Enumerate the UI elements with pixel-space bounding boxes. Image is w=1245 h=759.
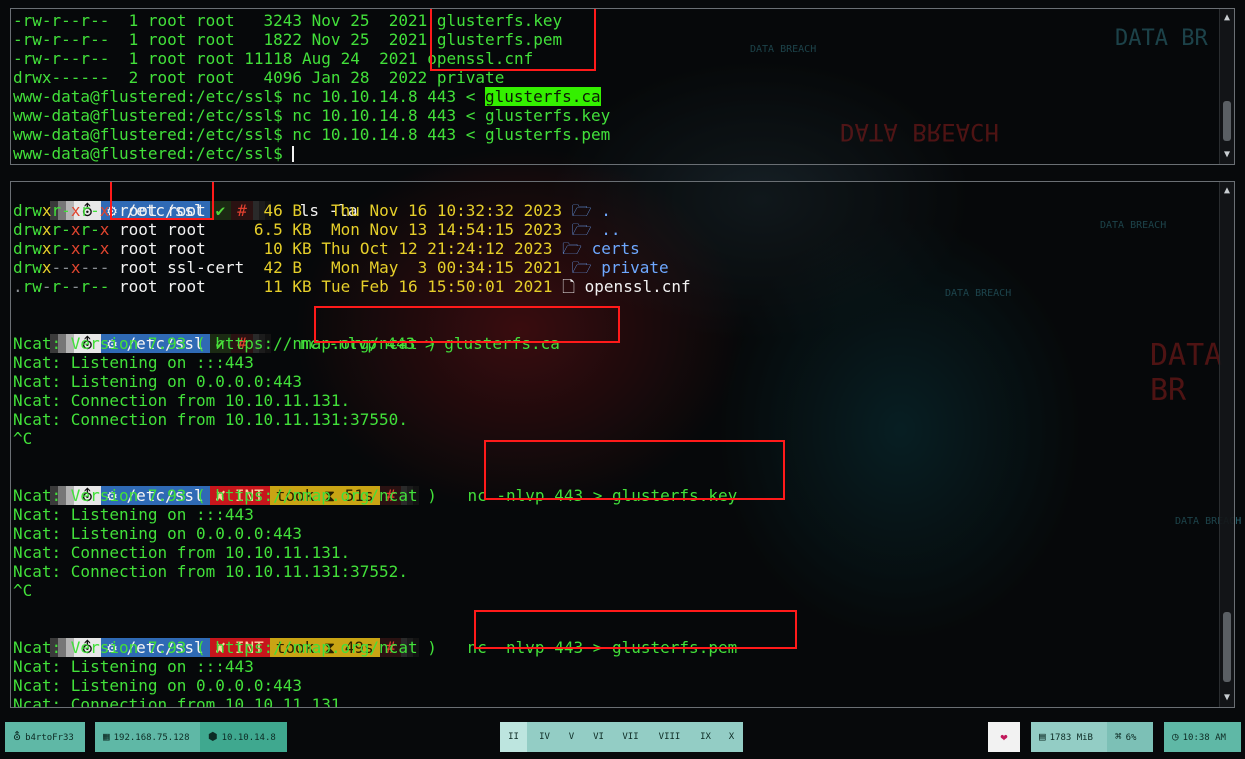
- annotation-box: [484, 440, 785, 500]
- output-line: Ncat: Connection from 10.10.11.131.: [13, 391, 351, 410]
- output-line: Ncat: Listening on :::443: [13, 353, 254, 372]
- clock-chip[interactable]: ◷ 10:38 AM: [1164, 722, 1241, 752]
- output-line: Ncat: Listening on 0.0.0.0:443: [13, 372, 302, 391]
- output-line: Ncat: Listening on :::443: [13, 657, 254, 676]
- output-line: Ncat: Connection from 10.10.11.131: [13, 695, 341, 708]
- ls-row: drwxr-xr-x root root 6.5 KB Mon Nov 13 1…: [13, 220, 621, 239]
- workspace-item[interactable]: II: [500, 722, 527, 752]
- memory-chip: ▤ 1783 MiB: [1031, 722, 1107, 752]
- top-scrollbar[interactable]: ▲ ▼: [1219, 9, 1234, 164]
- annotation-box: [430, 9, 596, 71]
- command-line: www-data@flustered:/etc/ssl$ nc 10.10.14…: [13, 125, 611, 144]
- bottom-terminal-pane[interactable]: ⛢ ⚙ /etc/ssl ✔ # ls -la drwxr-xr-x root roo…: [10, 181, 1235, 708]
- output-line: Ncat: Listening on :::443: [13, 505, 254, 524]
- ls-row: drwx--x--- root ssl-cert 42 B Mon May 3 …: [13, 258, 669, 277]
- active-prompt[interactable]: www-data@flustered:/etc/ssl$: [13, 144, 295, 163]
- workspace-item[interactable]: IX: [692, 722, 719, 752]
- ls-row: .rw-r--r-- root root 11 KB Tue Feb 16 15…: [13, 277, 691, 296]
- ls-row: drwxr-xr-x root root 10 KB Thu Oct 12 21…: [13, 239, 640, 258]
- user-chip[interactable]: ⛢ b4rtoFr33: [5, 722, 85, 752]
- workspace-item[interactable]: V: [558, 722, 585, 752]
- clock-icon: ◷: [1172, 730, 1179, 743]
- scroll-down-icon[interactable]: ▼: [1220, 691, 1234, 705]
- annotation-box: [110, 182, 214, 220]
- scroll-down-icon[interactable]: ▼: [1220, 148, 1234, 162]
- workspace-item[interactable]: VIII: [656, 722, 683, 752]
- output-line: Ncat: Version 7.93 ( https://nmap.org/nc…: [13, 486, 437, 505]
- ls-row: drwxr-xr-x root root 46 B Thu Nov 16 10:…: [13, 201, 611, 220]
- scroll-thumb[interactable]: [1223, 101, 1231, 141]
- cpu-chip: ⌘ 6%: [1107, 722, 1153, 752]
- network-icon: ▦: [103, 730, 110, 743]
- output-line: Ncat: Listening on 0.0.0.0:443: [13, 524, 302, 543]
- command-line: www-data@flustered:/etc/ssl$ nc 10.10.14…: [13, 106, 611, 125]
- scroll-up-icon[interactable]: ▲: [1220, 11, 1234, 25]
- workspace-item[interactable]: X: [718, 722, 745, 752]
- workspace-item[interactable]: VII: [617, 722, 644, 752]
- output-line: Ncat: Listening on 0.0.0.0:443: [13, 676, 302, 695]
- scroll-up-icon[interactable]: ▲: [1220, 184, 1234, 198]
- bottom-scrollbar[interactable]: ▲ ▼: [1219, 182, 1234, 707]
- text-cursor: [292, 146, 295, 162]
- annotation-box: [474, 610, 797, 649]
- local-ip-chip[interactable]: ▦ 192.168.75.128: [95, 722, 200, 752]
- workspace-switcher[interactable]: II IV V VI VII VIII IX X: [500, 722, 743, 752]
- scroll-thumb[interactable]: [1223, 612, 1231, 682]
- selected-filename: glusterfs.ca: [485, 87, 601, 106]
- annotation-box: [314, 306, 620, 343]
- heart-icon[interactable]: ❤: [988, 722, 1020, 752]
- output-line: Ncat: Connection from 10.10.11.131:37550…: [13, 410, 408, 429]
- workspace-item[interactable]: VI: [585, 722, 612, 752]
- output-line: ^C: [13, 581, 33, 600]
- output-line: Ncat: Version 7.93 ( https://nmap.org/nc…: [13, 638, 437, 657]
- vpn-ip-chip[interactable]: ⬢ 10.10.14.8: [200, 722, 287, 752]
- taskbar: ⛢ b4rtoFr33 ▦ 192.168.75.128 ⬢ 10.10.14.8 I…: [0, 712, 1245, 759]
- cpu-icon: ⌘: [1115, 730, 1122, 743]
- output-line: Ncat: Connection from 10.10.11.131.: [13, 543, 351, 562]
- memory-icon: ▤: [1039, 730, 1046, 743]
- user-icon: ⛢: [13, 730, 22, 743]
- vpn-icon: ⬢: [208, 730, 218, 743]
- top-terminal-pane[interactable]: -rw-r--r-- 1 root root 3243 Nov 25 2021 …: [10, 8, 1235, 165]
- command-line: www-data@flustered:/etc/ssl$ nc 10.10.14…: [13, 87, 601, 106]
- output-line: Ncat: Connection from 10.10.11.131:37552…: [13, 562, 408, 581]
- output-line: ^C: [13, 429, 33, 448]
- workspace-item[interactable]: IV: [531, 722, 558, 752]
